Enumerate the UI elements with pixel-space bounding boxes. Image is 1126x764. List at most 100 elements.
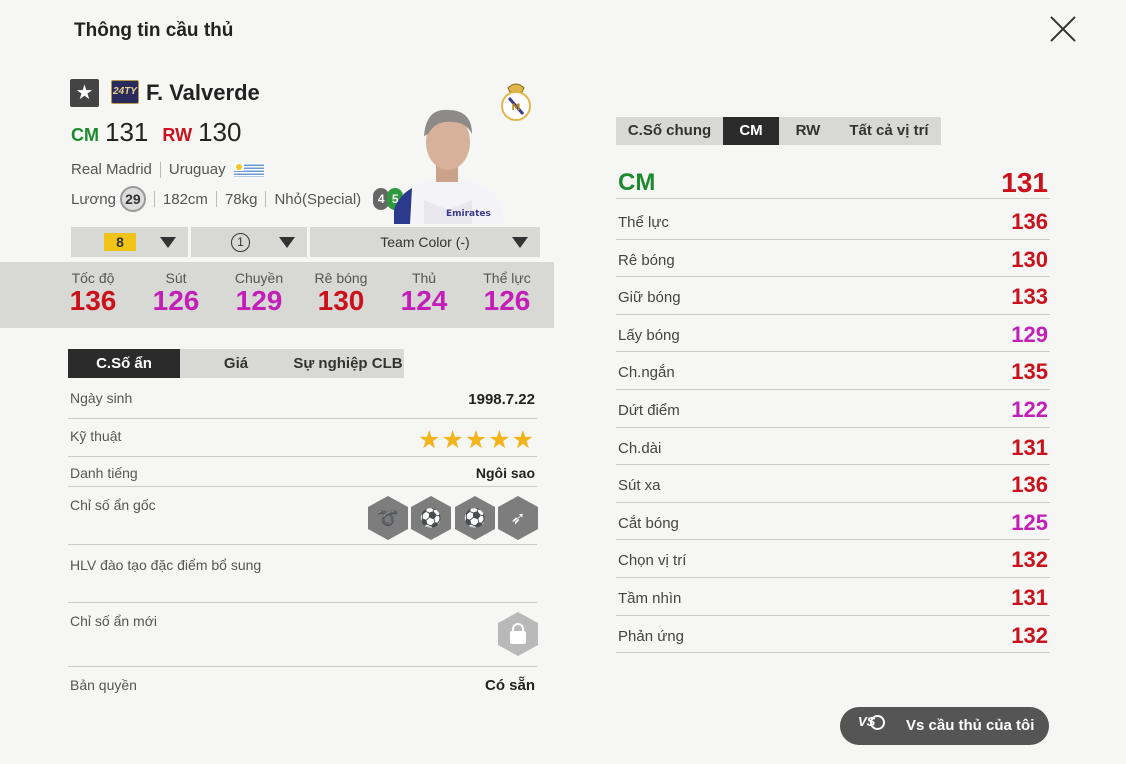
chevron-down-icon xyxy=(279,237,295,248)
tab-hidden-stats[interactable]: C.Số ẩn xyxy=(68,349,180,378)
position-stat-row: Rê bóng 130 xyxy=(616,240,1050,278)
position-stat-row: Giữ bóng 133 xyxy=(616,277,1050,315)
club-name: Real Madrid xyxy=(71,161,152,178)
summary-stat: Rê bóng 130 xyxy=(301,270,381,316)
stat-value: 130 xyxy=(1011,246,1048,272)
position-stat-row: Phản ứng 132 xyxy=(616,616,1050,654)
position-stat-row: Lấy bóng 129 xyxy=(616,315,1050,353)
season-badge: 24TY xyxy=(111,80,139,104)
height-value: 182cm xyxy=(162,190,208,208)
summary-stat: Thể lực 126 xyxy=(467,270,547,316)
stat-value: 126 xyxy=(152,285,200,316)
stat-label: Tầm nhìn xyxy=(618,590,682,607)
tab-general-stats[interactable]: C.Số chung xyxy=(616,117,723,145)
position-ovr: 131 xyxy=(105,117,149,147)
detail-row-skill: Kỹ thuật ★★★★★ xyxy=(68,419,537,457)
detail-row-birth: Ngày sinh 1998.7.22 xyxy=(68,382,537,419)
stat-value: 131 xyxy=(1011,434,1048,460)
stat-label: Ch.ngắn xyxy=(618,364,675,382)
compare-my-player-button[interactable]: VS Vs cầu thủ của tôi xyxy=(840,707,1049,745)
trait-passing-icon[interactable]: ➶ xyxy=(498,496,538,540)
tab-all-positions[interactable]: Tất cả vị trí xyxy=(837,117,941,145)
position-stat-row: Tầm nhìn 131 xyxy=(616,578,1050,616)
player-info-line: Lương 29 182cm 78kg Nhỏ(Special) 4 5 xyxy=(71,186,404,212)
player-photo: Emirates xyxy=(392,109,504,224)
tab-club-career[interactable]: Sự nghiệp CLB xyxy=(292,349,404,378)
stat-label: Giữ bóng xyxy=(618,289,681,307)
stat-value: 135 xyxy=(1011,359,1048,385)
position-stat-row: Ch.ngắn 135 xyxy=(616,352,1050,390)
position-name: CM xyxy=(618,169,656,196)
position-stat-row: Thể lực 136 xyxy=(616,202,1050,240)
detail-label: Bản quyền xyxy=(70,677,137,693)
chevron-down-icon xyxy=(160,237,176,248)
upgrade-level-value: 8 xyxy=(104,233,136,251)
stat-value: 132 xyxy=(1011,547,1048,573)
lock-icon[interactable] xyxy=(498,612,538,656)
stat-label: Tốc độ xyxy=(71,270,115,286)
position-overall-row: CM 131 xyxy=(616,165,1050,199)
trait-dribble-icon[interactable]: ➰ xyxy=(368,496,408,540)
position-label: CM xyxy=(71,125,99,145)
detail-row-license: Bản quyền Có sẵn xyxy=(68,667,537,705)
detail-label: Danh tiếng xyxy=(70,465,138,481)
position-ovr: 130 xyxy=(198,117,242,147)
position-stat-row: Dứt điểm 122 xyxy=(616,390,1050,428)
stat-label: Thủ xyxy=(411,270,437,286)
position-label: RW xyxy=(162,125,193,145)
detail-value: Có sẵn xyxy=(484,677,535,694)
summary-stat: Tốc độ 136 xyxy=(53,270,133,316)
body-type: Nhỏ(Special) xyxy=(274,190,362,208)
position-overall: 131 xyxy=(1001,167,1048,198)
stat-label: Rê bóng xyxy=(618,251,675,269)
team-level-value: 1 xyxy=(231,233,250,252)
weight-value: 78kg xyxy=(224,190,258,208)
stat-label: Cắt bóng xyxy=(618,514,679,532)
stat-label: Sút xa xyxy=(618,477,661,495)
tab-cm[interactable]: CM xyxy=(723,117,779,145)
detail-row-coach-traits: HLV đào tạo đặc điểm bổ sung xyxy=(68,545,537,603)
position-stat-row: Ch.dài 131 xyxy=(616,428,1050,466)
detail-value: 1998.7.22 xyxy=(468,391,535,408)
upgrade-level-dropdown[interactable]: 8 xyxy=(71,227,188,257)
stat-label: Sút xyxy=(165,270,187,286)
trait-power-shot-icon[interactable]: ⚽ xyxy=(455,496,495,540)
club-nation-line: Real Madrid Uruguay xyxy=(71,161,264,178)
team-color-value: Team Color (-) xyxy=(380,234,470,250)
nation-name: Uruguay xyxy=(168,161,226,178)
stat-value: 136 xyxy=(1011,209,1048,234)
stat-label: Lấy bóng xyxy=(618,326,680,344)
tab-rw[interactable]: RW xyxy=(779,117,837,145)
stat-value: 129 xyxy=(1011,321,1048,347)
vs-search-icon: VS xyxy=(858,714,886,738)
stat-value: 136 xyxy=(69,285,117,316)
stat-value: 125 xyxy=(1011,509,1048,535)
close-icon[interactable] xyxy=(1046,12,1080,46)
stat-label: Chọn vị trí xyxy=(618,552,687,570)
chevron-down-icon xyxy=(512,237,528,248)
detail-value: Ngôi sao xyxy=(475,465,535,481)
stat-value: 130 xyxy=(317,285,365,316)
detail-row-base-traits: Chỉ số ẩn gốc ➰ ⚽ ⚽ ➶ xyxy=(68,487,538,545)
player-name: F. Valverde xyxy=(146,80,260,105)
trait-shooting-icon[interactable]: ⚽ xyxy=(411,496,451,540)
team-color-dropdown[interactable]: Team Color (-) xyxy=(310,227,540,257)
summary-stat: Sút 126 xyxy=(136,270,216,316)
detail-row-new-traits: Chỉ số ẩn mới xyxy=(68,603,538,667)
summary-stats-bar: Tốc độ 136 Sút 126 Chuyền 129 Rê bóng 13… xyxy=(0,262,554,328)
stat-value: 129 xyxy=(235,285,283,316)
svg-text:M: M xyxy=(512,103,521,113)
page-title: Thông tin cầu thủ xyxy=(74,20,234,41)
skill-stars-icon: ★★★★★ xyxy=(417,426,535,454)
tab-price[interactable]: Giá xyxy=(180,349,292,378)
stat-value: 126 xyxy=(483,285,531,316)
position-stat-row: Sút xa 136 xyxy=(616,465,1050,503)
position-stat-row: Chọn vị trí 132 xyxy=(616,540,1050,578)
detail-label: Chỉ số ẩn gốc xyxy=(70,497,156,513)
detail-label: Ngày sinh xyxy=(70,390,133,406)
stat-label: Phản ứng xyxy=(618,627,684,645)
team-level-dropdown[interactable]: 1 xyxy=(191,227,307,257)
favorite-star-icon[interactable]: ★ xyxy=(70,79,99,107)
position-stat-row: Cắt bóng 125 xyxy=(616,503,1050,541)
uruguay-flag-icon xyxy=(233,162,264,177)
